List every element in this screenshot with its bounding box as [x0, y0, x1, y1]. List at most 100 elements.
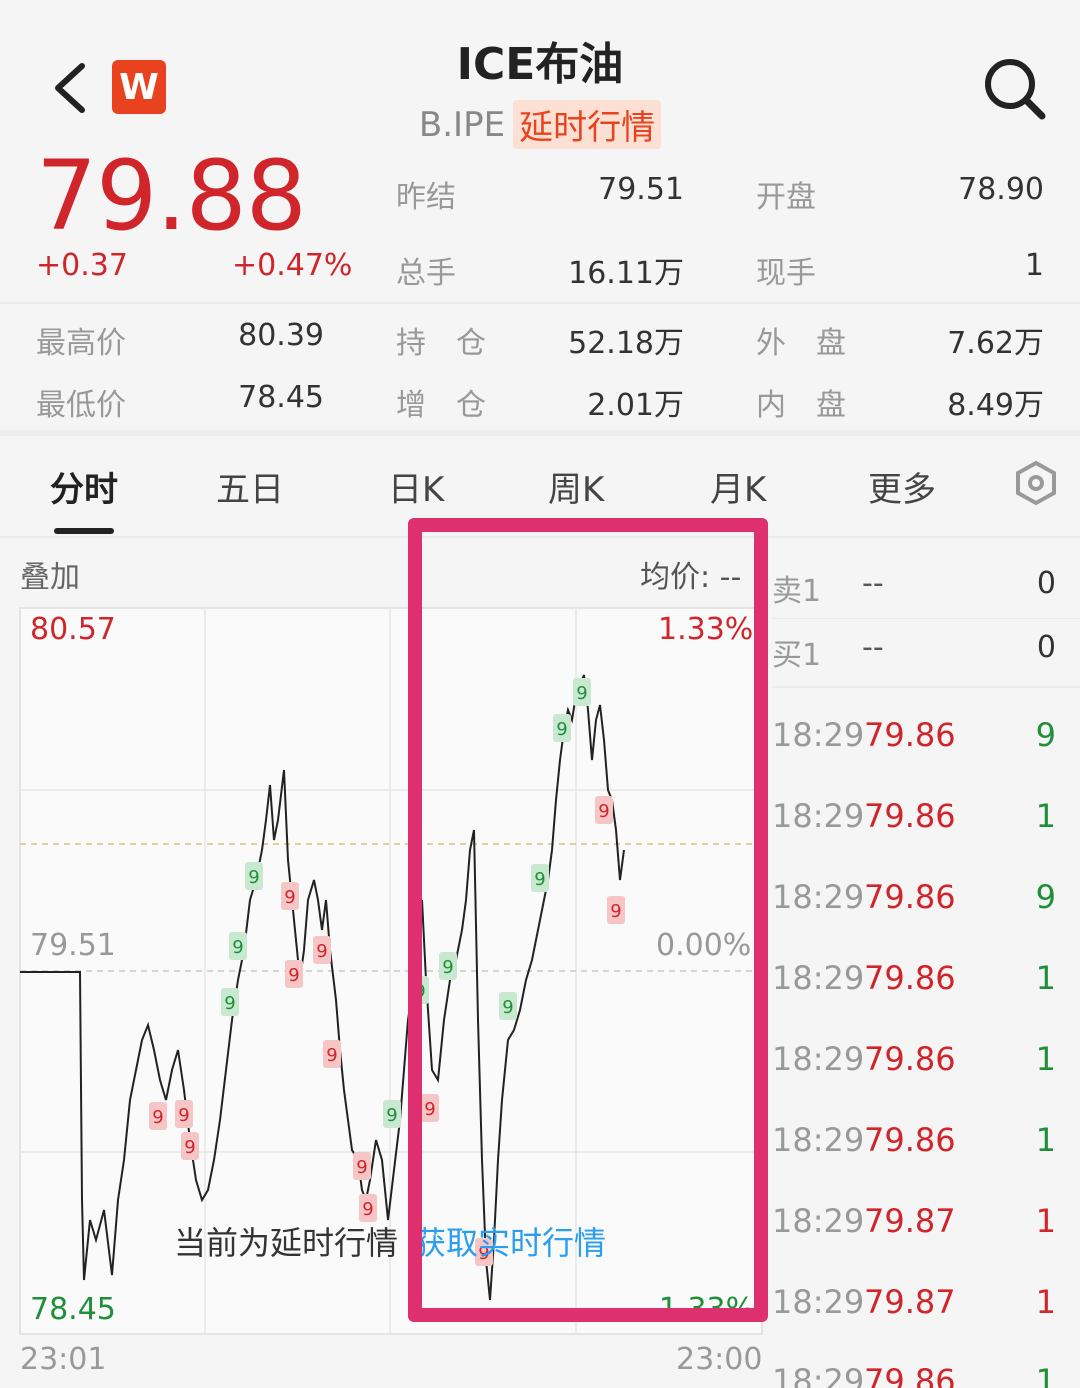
tick-volume: 1 [1035, 1283, 1056, 1321]
marker-glyph: 9 [178, 1105, 189, 1126]
tab-five-day[interactable]: 五日 [216, 462, 284, 511]
marker-glyph: 9 [184, 1137, 195, 1158]
tick-row: 18:29 79.86 1 [772, 1040, 1072, 1120]
orderbook-volume: 0 [1036, 630, 1056, 665]
field-label-prev-settle: 昨结 [396, 180, 456, 215]
tick-time: 18:29 [772, 797, 865, 835]
field-value-open-interest: 52.18万 [568, 326, 684, 361]
tick-price: 79.86 [864, 1040, 956, 1078]
tab-monthly-k[interactable]: 月K [710, 462, 766, 511]
field-label-open-interest: 持 仓 [396, 326, 486, 361]
field-label-low: 最低价 [36, 388, 126, 423]
tick-row: 18:29 79.86 1 [772, 1121, 1072, 1201]
tick-price: 79.86 [864, 716, 956, 754]
marker-glyph: 9 [502, 997, 513, 1018]
overlay-button[interactable]: 叠加 [20, 552, 80, 596]
tick-price: 79.87 [864, 1283, 956, 1321]
field-value-inner: 8.49万 [947, 388, 1044, 423]
section-divider [0, 430, 1080, 436]
period-tabs: 分时 五日 日K 周K 月K 更多 [0, 450, 1080, 530]
marker-glyph: 9 [232, 937, 243, 958]
field-value-high: 80.39 [238, 318, 324, 353]
delay-badge: 延时行情 [513, 100, 662, 149]
field-value-prev-settle: 79.51 [598, 172, 684, 207]
tick-volume: 9 [1035, 716, 1056, 754]
active-tab-indicator [54, 528, 114, 534]
tick-time: 18:29 [772, 1202, 865, 1240]
marker-glyph: 9 [534, 869, 545, 890]
marker-glyph: 9 [362, 1199, 373, 1220]
average-price: 均价: -- [640, 560, 742, 595]
tick-volume: 1 [1035, 797, 1056, 835]
field-label-current-volume: 现手 [756, 256, 816, 291]
field-label-open: 开盘 [756, 180, 816, 215]
marker-glyph: 9 [224, 993, 235, 1014]
settings-hexagon-icon[interactable] [1014, 460, 1058, 506]
marker-glyph: 9 [556, 719, 567, 740]
marker-glyph: 9 [576, 683, 587, 704]
price-change-pct: +0.47% [232, 248, 353, 283]
field-value-open: 78.90 [958, 172, 1044, 207]
tick-time: 18:29 [772, 716, 865, 754]
tick-row: 18:29 79.87 1 [772, 1283, 1072, 1363]
y-axis-min: 78.45 [30, 1292, 116, 1327]
tab-intraday[interactable]: 分时 [50, 462, 118, 511]
marker-glyph: 9 [414, 981, 425, 1002]
tick-price: 79.86 [864, 1362, 956, 1388]
marker-glyph: 9 [152, 1107, 163, 1128]
divider [0, 302, 1080, 304]
marker-glyph: 9 [424, 1099, 435, 1120]
marker-glyph: 9 [248, 867, 259, 888]
tick-time: 18:29 [772, 1362, 865, 1388]
orderbook-volume: 0 [1036, 566, 1056, 601]
field-value-outer: 7.62万 [947, 326, 1044, 361]
marker-glyph: 9 [356, 1157, 367, 1178]
marker-glyph: 9 [326, 1045, 337, 1066]
orderbook-label: 卖1 [772, 574, 822, 609]
field-label-outer: 外 盘 [756, 326, 846, 361]
divider [772, 686, 1080, 688]
last-price: 79.88 [36, 140, 307, 252]
field-value-low: 78.45 [238, 380, 324, 415]
tick-price: 79.86 [864, 878, 956, 916]
tick-time: 18:29 [772, 1283, 865, 1321]
orderbook-price: -- [862, 566, 884, 601]
marker-glyph: 9 [284, 887, 295, 908]
pct-axis-mid: 0.00% [656, 928, 752, 963]
field-label-oi-change: 增 仓 [396, 388, 486, 423]
orderbook-ask-1: 卖1 -- 0 [772, 566, 1072, 626]
pct-axis-max: 1.33% [658, 612, 754, 647]
tick-volume: 1 [1035, 1202, 1056, 1240]
tick-price: 79.86 [864, 959, 956, 997]
tab-weekly-k[interactable]: 周K [548, 462, 604, 511]
tick-price: 79.86 [864, 1121, 956, 1159]
orderbook-label: 买1 [772, 638, 822, 673]
tick-volume: 9 [1035, 878, 1056, 916]
orderbook-price: -- [862, 630, 884, 665]
field-label-high: 最高价 [36, 326, 126, 361]
field-value-current-volume: 1 [1024, 248, 1044, 283]
tick-volume: 1 [1035, 1121, 1056, 1159]
page-title: ICE布油 [456, 39, 624, 90]
marker-glyph: 9 [316, 941, 327, 962]
tick-time: 18:29 [772, 878, 865, 916]
orderbook-bid-1: 买1 -- 0 [772, 630, 1072, 690]
tab-daily-k[interactable]: 日K [388, 462, 444, 511]
tick-time: 18:29 [772, 1040, 865, 1078]
tick-volume: 1 [1035, 1362, 1056, 1388]
tick-volume: 1 [1035, 1040, 1056, 1078]
header: W ICE布油 B.IPE 延时行情 [0, 0, 1080, 150]
marker-glyph: 9 [610, 901, 621, 922]
tick-row: 18:29 79.86 1 [772, 959, 1072, 1039]
symbol-code: B.IPE [418, 104, 506, 145]
tick-price: 79.87 [864, 1202, 956, 1240]
field-value-total-volume: 16.11万 [568, 256, 684, 291]
delay-message: 当前为延时行情 [174, 1224, 399, 1262]
time-axis-end: 23:00 [676, 1342, 763, 1377]
search-icon[interactable] [982, 56, 1046, 120]
pct-axis-min: -1.33% [648, 1292, 755, 1327]
divider [772, 618, 1080, 619]
price-change: +0.37 [36, 248, 128, 283]
tab-more[interactable]: 更多 [868, 462, 936, 511]
get-realtime-link[interactable]: 获取实时行情 [414, 1218, 606, 1264]
